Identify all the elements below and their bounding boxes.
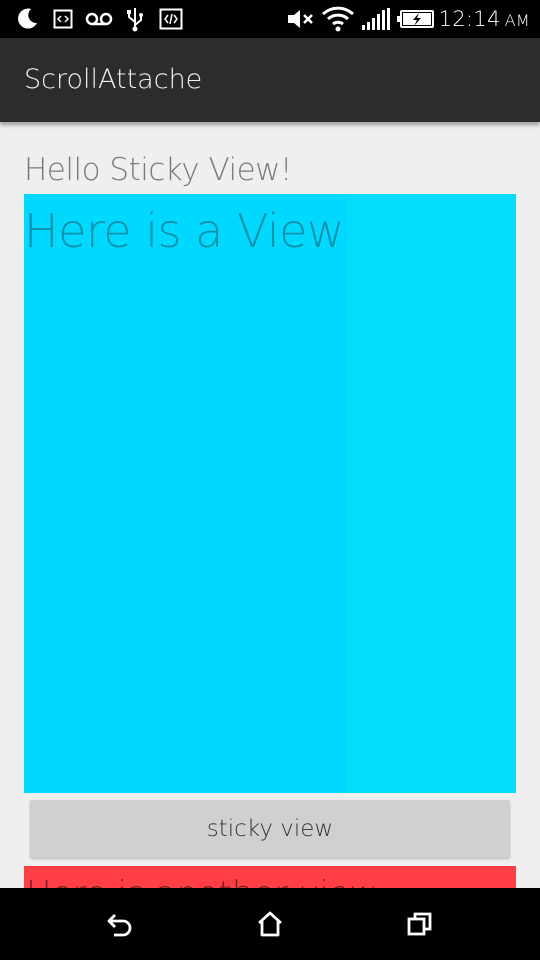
battery-charging-icon [396, 0, 436, 38]
red-view: Here is another view [24, 866, 516, 888]
cyan-view: Here is a View [24, 194, 516, 793]
back-icon [107, 914, 132, 937]
hello-text: Hello Sticky View! [24, 152, 292, 188]
status-time: 12:14 AM [438, 7, 530, 31]
voicemail-icon [84, 0, 114, 38]
app-bar: ScrollAttache [0, 38, 540, 122]
usb-icon [122, 0, 148, 38]
mute-icon [284, 0, 318, 38]
sticky-view-button[interactable]: sticky view [30, 800, 510, 858]
status-bar: 12:14 AM [0, 0, 540, 38]
signal-icon [360, 0, 392, 38]
back-button[interactable] [80, 888, 160, 960]
wifi-icon [320, 0, 356, 38]
scroll-content[interactable]: Hello Sticky View! Here is a View sticky… [0, 122, 540, 888]
code-icon [52, 0, 74, 38]
recents-button[interactable] [380, 888, 460, 960]
recents-icon [407, 912, 432, 936]
code-icon [158, 0, 184, 38]
home-button[interactable] [230, 888, 310, 960]
app-title: ScrollAttache [24, 64, 203, 95]
home-icon [258, 911, 282, 937]
cyan-view-shade [346, 194, 516, 793]
nav-bar [0, 888, 540, 960]
red-view-text: Here is another view [26, 874, 377, 888]
moon-icon [10, 0, 44, 38]
cyan-view-text: Here is a View [24, 204, 345, 258]
